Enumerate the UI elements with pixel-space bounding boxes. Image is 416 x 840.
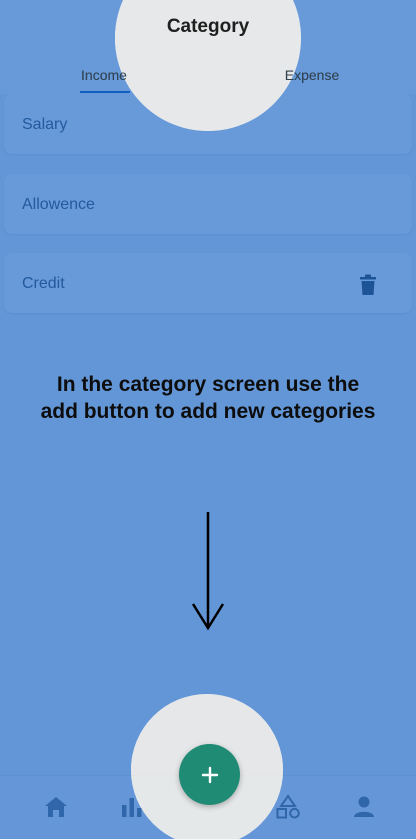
delete-icon[interactable] [358,274,378,296]
category-label: Allowence [22,196,95,213]
tab-expense-label: Expense [284,67,340,83]
category-label: Credit [22,275,65,292]
category-card[interactable]: Credit [4,253,412,313]
category-card[interactable]: Allowence [4,174,412,234]
app-bar: Category [0,0,416,56]
plus-icon [201,766,218,783]
category-screen: Category Income Expense Salary Allowence… [0,0,416,840]
tab-income[interactable]: Income [0,58,208,92]
category-label: Salary [22,116,68,133]
tab-income-label: Income [81,67,127,83]
category-shapes-icon[interactable] [274,793,302,821]
bar-chart-icon[interactable] [118,793,146,821]
add-category-button[interactable] [179,744,240,805]
tab-expense[interactable]: Expense [208,58,416,92]
profile-icon[interactable] [350,793,378,821]
category-card[interactable]: Salary [4,94,412,154]
page-title: Category [166,16,250,37]
tab-indicator [80,91,130,93]
home-icon[interactable] [42,793,70,821]
tab-bar: Income Expense [0,56,416,94]
